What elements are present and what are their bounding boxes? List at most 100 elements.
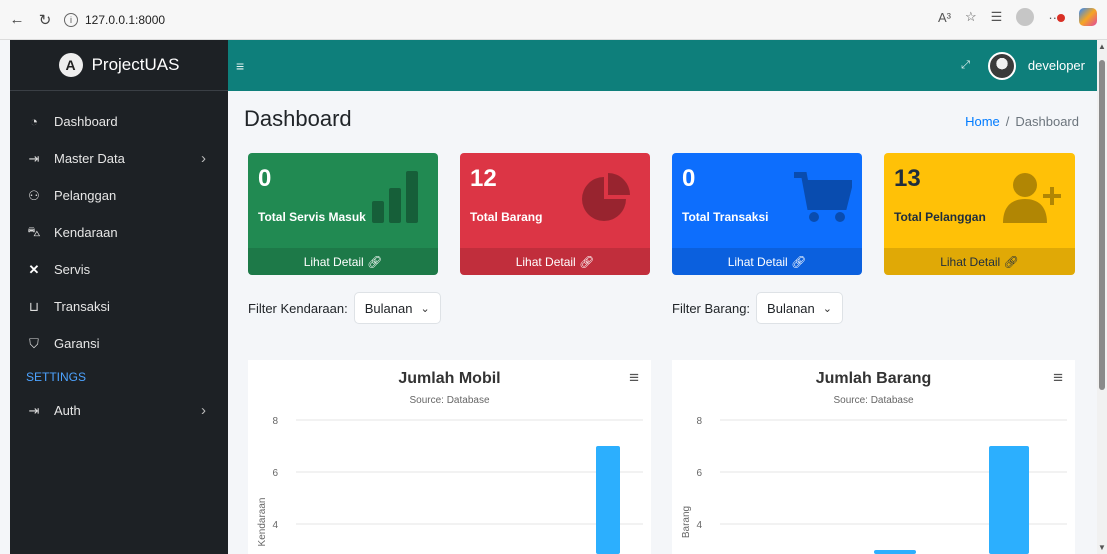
cart-icon [794, 172, 852, 222]
info-box-footer-link[interactable]: Lihat Detail 🔗︎ [248, 248, 438, 275]
info-box-value: 12 [470, 165, 497, 192]
footer-label: Lihat Detail [303, 254, 364, 269]
user-plus-icon [1003, 173, 1061, 223]
extensions-icon[interactable]: ·· [1048, 10, 1065, 25]
y-tick-label: 4 [272, 520, 278, 531]
site-info-icon[interactable]: i [64, 12, 78, 27]
sidebar: A ProjectUAS ◔ Dashboard ⇥ Master Data ›… [10, 40, 228, 554]
chart-menu-icon[interactable]: ≡ [629, 368, 639, 388]
y-tick-label: 8 [272, 416, 278, 427]
filter-barang: Filter Barang: Bulanan ⌄ [672, 292, 843, 324]
reload-icon[interactable]: ↻ [34, 9, 56, 31]
sign-in-icon: ⇥ [28, 150, 40, 166]
chevron-down-icon: ⌄ [822, 302, 832, 315]
chart-plot: 8 6 4 Kendaraan [257, 416, 643, 554]
breadcrumb-separator: / [1005, 114, 1010, 129]
sidebar-item-label: Garansi [54, 336, 100, 351]
read-aloud-icon[interactable]: A³ [938, 10, 951, 25]
chart-jumlah-barang: 8 6 4 Barang Jumlah Barang Source: Database… [672, 360, 1075, 554]
breadcrumb: Home / Dashboard [965, 114, 1079, 129]
info-box-label: Total Pelanggan [894, 210, 986, 224]
sidebar-item-kendaraan[interactable]: ⛍ Kendaraan [10, 214, 228, 251]
info-box-label: Total Barang [470, 210, 543, 224]
info-box-label: Total Servis Masuk [258, 210, 366, 224]
sidebar-item-pelanggan[interactable]: ⚇ Pelanggan [10, 177, 228, 214]
info-box-label: Total Transaksi [682, 210, 769, 224]
fullscreen-icon[interactable]: ⤢ [961, 59, 970, 72]
breadcrumb-current: Dashboard [1015, 114, 1079, 129]
profile-icon[interactable] [1016, 8, 1035, 26]
info-box-transaksi: 0 Total Transaksi Lihat Detail 🔗︎ [672, 153, 862, 275]
chart-bar [989, 446, 1029, 554]
chevron-right-icon: › [201, 402, 206, 419]
info-box-value: 0 [258, 165, 272, 192]
footer-label: Lihat Detail [515, 254, 576, 269]
sidebar-menu: ◔ Dashboard ⇥ Master Data › ⚇ Pelanggan … [10, 103, 228, 429]
sidebar-item-dashboard[interactable]: ◔ Dashboard [10, 103, 228, 140]
menu-toggle-icon[interactable]: ≡ [236, 58, 244, 74]
sidebar-item-master-data[interactable]: ⇥ Master Data › [10, 140, 228, 177]
brand-name: ProjectUAS [91, 55, 180, 74]
scroll-down-icon[interactable]: ▼ [1098, 543, 1106, 552]
chart-plot: 8 6 4 Barang [681, 416, 1067, 554]
link-icon: 🔗︎ [1003, 254, 1019, 269]
cart-icon: ⊔ [28, 298, 40, 314]
sidebar-item-label: Transaksi [54, 299, 110, 314]
footer-label: Lihat Detail [940, 254, 1001, 269]
select-value: Bulanan [364, 300, 413, 316]
page-scrollbar[interactable]: ▲ ▼ [1097, 40, 1107, 554]
browser-toolbar: ← ↻ i 127.0.0.1:8000 A³ ☆ ☰ ·· [0, 0, 1107, 40]
tools-icon: ✕ [28, 261, 40, 277]
y-axis-label: Barang [681, 506, 692, 538]
favorite-star-icon[interactable]: ☆ [965, 9, 977, 25]
info-box-value: 0 [682, 165, 696, 192]
link-icon: 🔗︎ [367, 254, 383, 269]
top-navbar: ≡ ⤢ developer [228, 40, 1097, 91]
chart-jumlah-mobil: 8 6 4 Kendaraan Jumlah Mobil Source: Databa… [248, 360, 651, 554]
sidebar-item-label: Servis [54, 262, 91, 277]
info-box-footer-link[interactable]: Lihat Detail 🔗︎ [884, 248, 1075, 275]
copilot-icon[interactable] [1079, 8, 1097, 26]
scroll-thumb[interactable] [1099, 60, 1105, 390]
settings-header: SETTINGS [26, 370, 87, 384]
scroll-up-icon[interactable]: ▲ [1098, 42, 1106, 51]
page-title: Dashboard [244, 106, 352, 131]
chevron-down-icon: ⌄ [420, 302, 430, 315]
chart-subtitle: Source: Database [409, 395, 490, 406]
sidebar-item-label: Master Data [54, 151, 125, 166]
chart-subtitle: Source: Database [833, 395, 914, 406]
brand-logo-icon: A [58, 53, 83, 77]
sidebar-item-label: Auth [54, 403, 81, 418]
back-icon[interactable]: ← [6, 9, 28, 31]
chart-menu-icon[interactable]: ≡ [1053, 368, 1063, 388]
filter-kendaraan-select[interactable]: Bulanan ⌄ [353, 292, 441, 324]
link-icon: 🔗︎ [791, 254, 807, 269]
y-tick-label: 8 [696, 416, 702, 427]
y-tick-label: 6 [696, 468, 702, 479]
avatar[interactable] [987, 51, 1016, 80]
filter-label: Filter Kendaraan: [248, 300, 348, 316]
info-box-footer-link[interactable]: Lihat Detail 🔗︎ [460, 248, 650, 275]
chart-bar [874, 550, 916, 554]
sign-in-icon: ⇥ [28, 402, 40, 418]
user-name[interactable]: developer [1028, 58, 1085, 73]
y-tick-label: 4 [696, 520, 702, 531]
favorites-list-icon[interactable]: ☰ [991, 9, 1003, 25]
sidebar-item-garansi[interactable]: ⛉ Garansi [10, 325, 228, 362]
select-value: Bulanan [767, 300, 815, 316]
sidebar-item-label: Dashboard [54, 114, 118, 129]
sidebar-item-transaksi[interactable]: ⊔ Transaksi [10, 288, 228, 325]
car-icon: ⛍ [27, 223, 41, 239]
breadcrumb-home[interactable]: Home [965, 114, 1000, 129]
link-icon: 🔗︎ [579, 254, 595, 269]
brand[interactable]: A ProjectUAS [10, 40, 228, 91]
sidebar-item-label: Pelanggan [54, 188, 117, 203]
chart-title: Jumlah Barang [815, 370, 932, 387]
filter-barang-select[interactable]: Bulanan ⌄ [756, 292, 843, 324]
info-box-footer-link[interactable]: Lihat Detail 🔗︎ [672, 248, 862, 275]
address-bar[interactable]: i 127.0.0.1:8000 [64, 8, 165, 32]
footer-label: Lihat Detail [727, 254, 788, 269]
y-tick-label: 6 [272, 468, 278, 479]
sidebar-item-auth[interactable]: ⇥ Auth › [10, 392, 228, 429]
sidebar-item-servis[interactable]: ✕ Servis [10, 251, 228, 288]
